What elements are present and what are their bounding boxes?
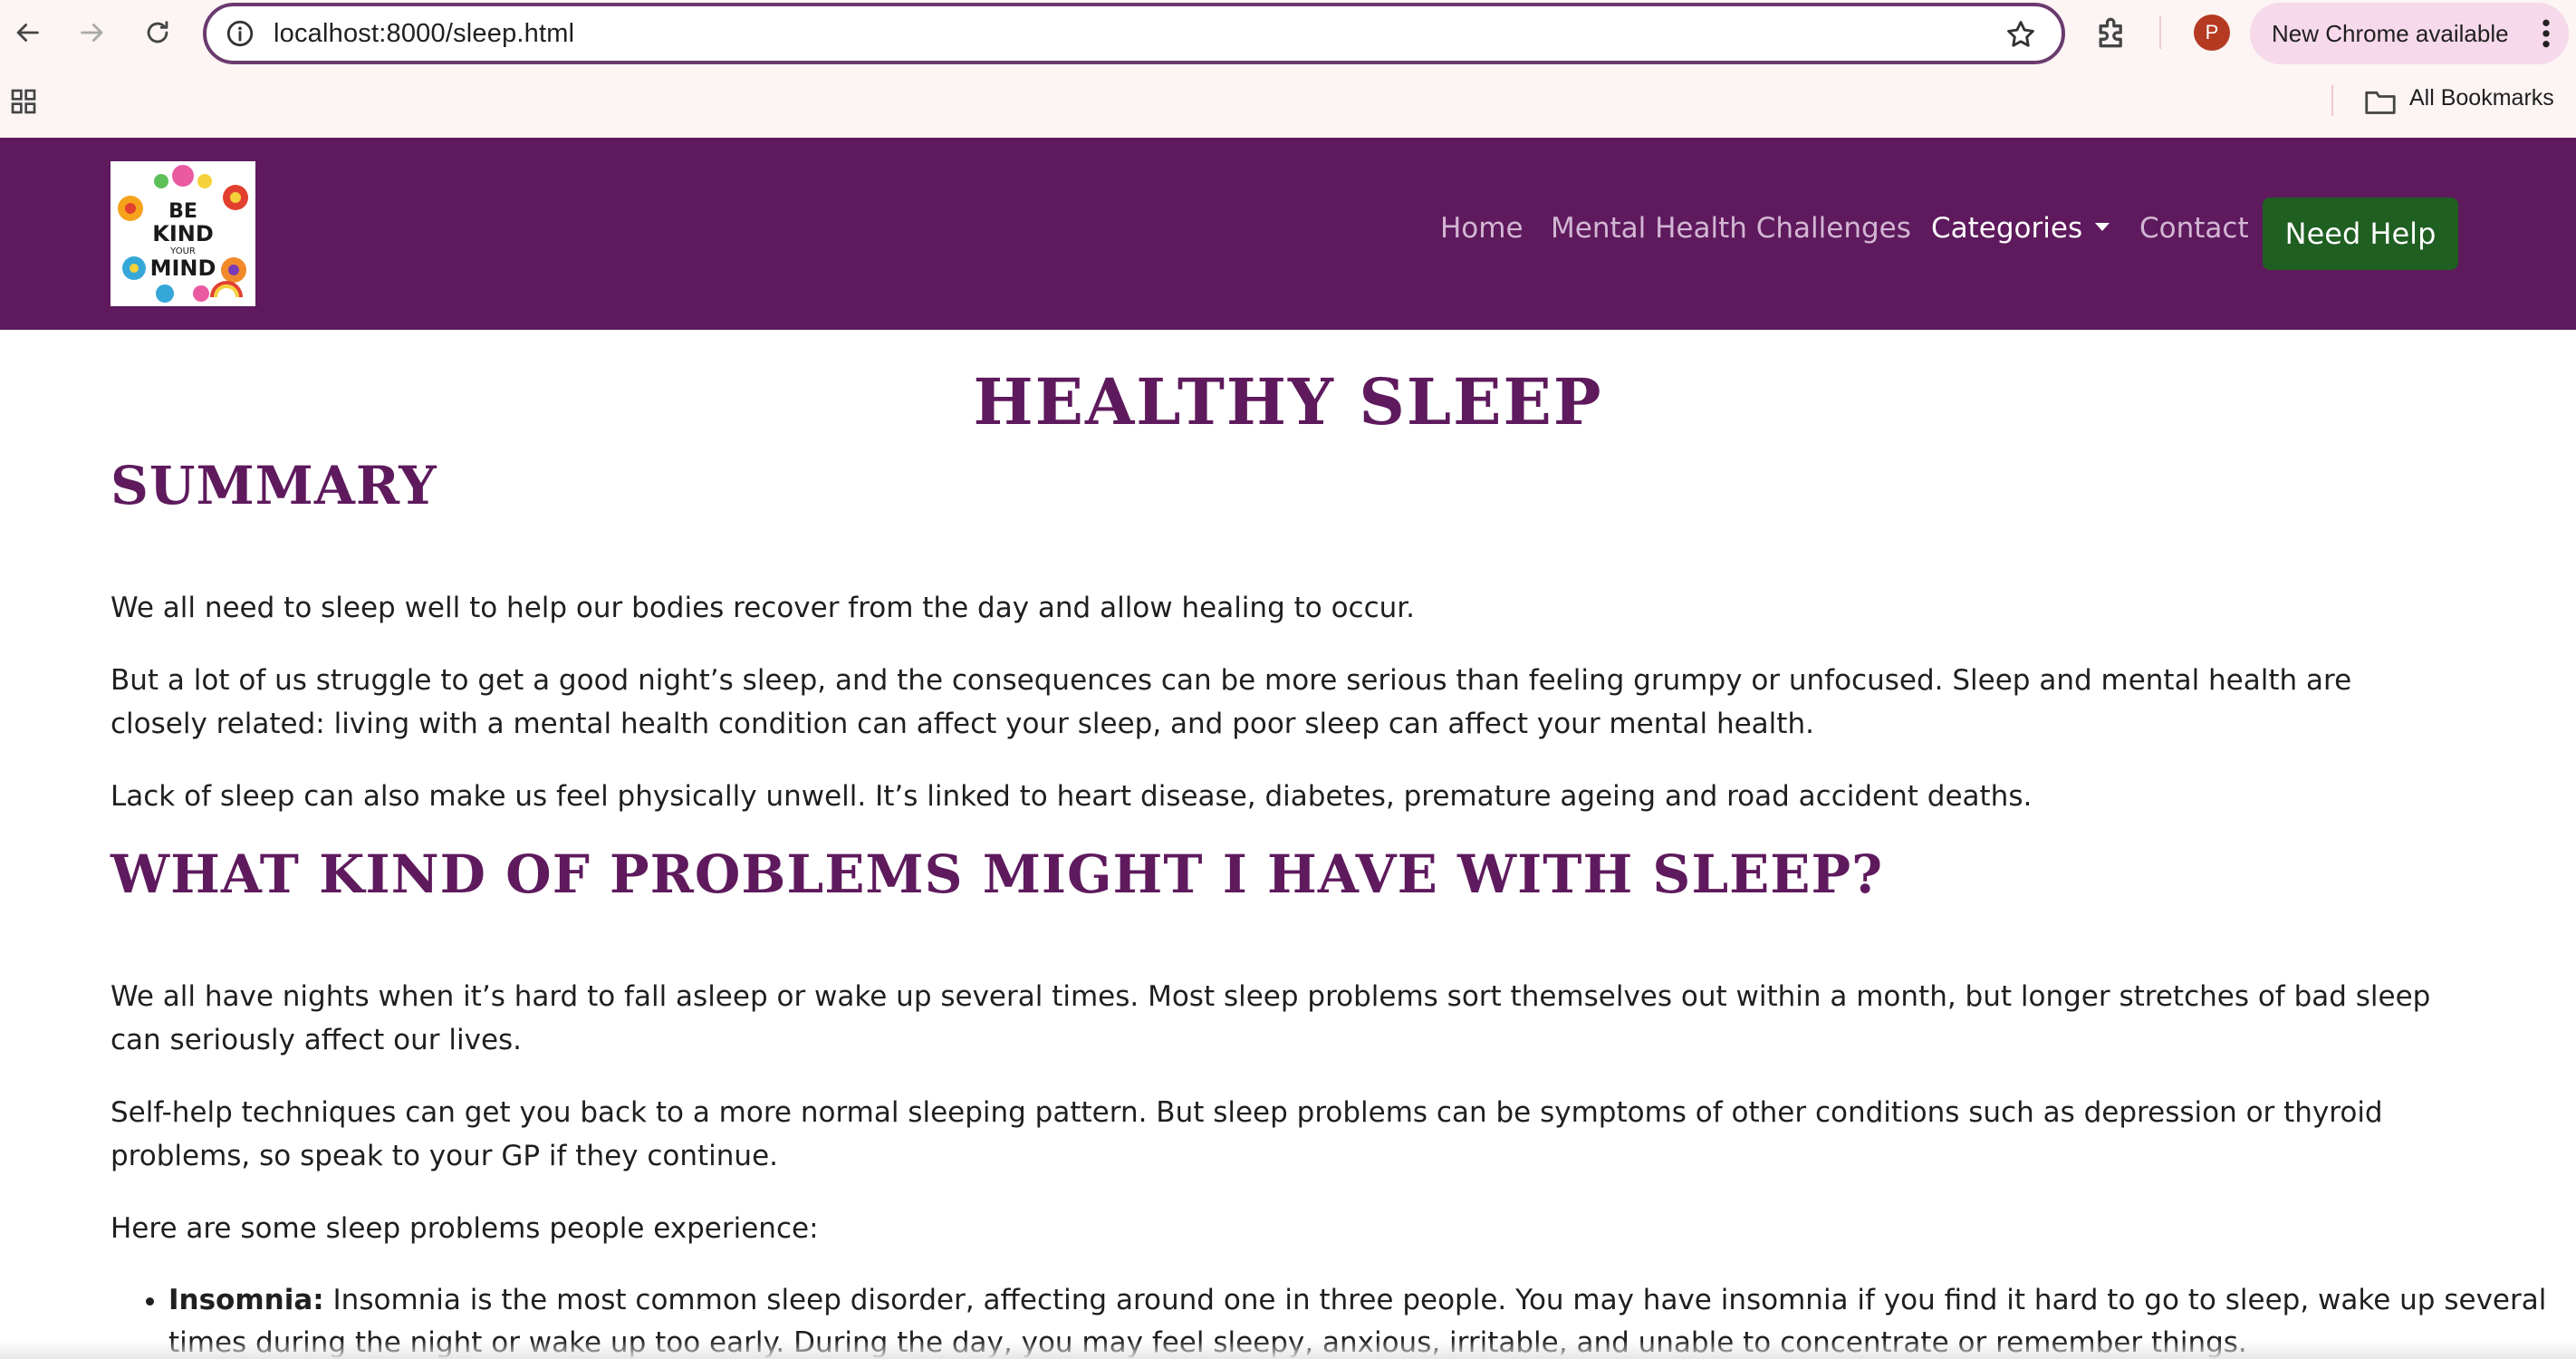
be-kind-to-your-mind-logo: BE KIND YOUR MIND — [111, 161, 255, 306]
bookmark-star-icon[interactable] — [2004, 17, 2038, 52]
problems-heading: WHAT KIND OF PROBLEMS MIGHT I HAVE WITH … — [111, 843, 1884, 905]
address-bar[interactable]: localhost:8000/sleep.html — [203, 3, 2065, 64]
summary-heading: SUMMARY — [111, 455, 437, 516]
svg-text:MIND: MIND — [150, 255, 216, 281]
site-logo[interactable]: BE KIND YOUR MIND — [111, 161, 255, 306]
browser-toolbar: localhost:8000/sleep.html P New Chrome a… — [0, 0, 2576, 67]
caret-down-icon — [2095, 223, 2110, 231]
toolbar-divider — [2159, 16, 2161, 49]
nav-categories-label: Categories — [1931, 212, 2083, 245]
nav-home-link[interactable]: Home — [1440, 212, 1523, 245]
need-help-button[interactable]: Need Help — [2263, 198, 2458, 270]
summary-paragraph-1: We all need to sleep well to help our bo… — [111, 592, 1416, 624]
summary-paragraph-2: But a lot of us struggle to get a good n… — [111, 664, 2352, 740]
bookmarks-divider — [2331, 85, 2333, 116]
chrome-update-button[interactable]: New Chrome available — [2250, 3, 2569, 64]
viewport-bottom-edge — [0, 1341, 2576, 1359]
more-menu-icon[interactable] — [2536, 15, 2556, 52]
extensions-puzzle-icon[interactable] — [2092, 13, 2132, 53]
chrome-update-label: New Chrome available — [2272, 20, 2509, 47]
problems-paragraph-3: Here are some sleep problems people expe… — [111, 1212, 819, 1245]
site-info-icon[interactable] — [225, 18, 255, 49]
profile-avatar[interactable]: P — [2194, 14, 2230, 51]
page-title: HEALTHY SLEEP — [973, 364, 1603, 439]
nav-mental-health-challenges-link[interactable]: Mental Health Challenges — [1551, 212, 1911, 245]
nav-contact-link[interactable]: Contact — [2139, 212, 2249, 245]
reload-button[interactable] — [134, 9, 181, 56]
all-bookmarks-link[interactable]: All Bookmarks — [2409, 85, 2554, 111]
back-arrow-icon — [16, 24, 39, 42]
svg-text:KIND: KIND — [152, 221, 214, 246]
forward-arrow-icon — [81, 24, 103, 42]
problems-paragraph-2: Self-help techniques can get you back to… — [111, 1096, 2383, 1172]
apps-grid-icon[interactable] — [9, 87, 38, 116]
url-text[interactable]: localhost:8000/sleep.html — [274, 19, 574, 49]
nav-categories-dropdown[interactable]: Categories — [1931, 212, 2110, 245]
forward-button[interactable] — [69, 9, 116, 56]
svg-text:BE: BE — [168, 200, 197, 223]
back-button[interactable] — [4, 9, 51, 56]
folder-icon[interactable] — [2364, 87, 2397, 116]
problems-paragraph-1: We all have nights when it’s hard to fal… — [111, 980, 2431, 1056]
summary-paragraph-3: Lack of sleep can also make us feel phys… — [111, 780, 2033, 813]
reload-icon — [147, 21, 168, 43]
bookmarks-bar: All Bookmarks — [0, 67, 2576, 138]
list-item-term: Insomnia: — [168, 1284, 324, 1316]
site-navbar: BE KIND YOUR MIND Home Mental Health Cha… — [0, 138, 2576, 330]
